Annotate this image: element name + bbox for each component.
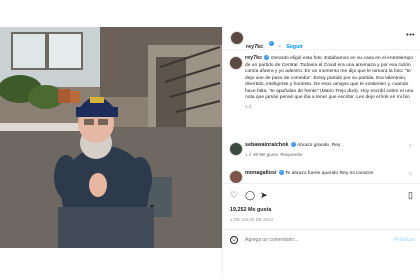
likes-count[interactable]: 19,252 Me gusta [230,207,271,213]
comment-username[interactable]: sebawainraichok [245,142,288,148]
follow-button[interactable]: Seguir [286,44,303,50]
reply-button[interactable]: Responder [280,152,302,157]
comment-like-heart-icon[interactable]: ♡ [409,144,413,150]
comment-likes[interactable]: 90 Me gusta [253,152,278,157]
comment-meta: 1 d 90 Me gusta Responder [245,152,395,159]
comment-time: 1 d [245,151,251,157]
more-horizontal-icon[interactable]: ••• [406,32,415,39]
post-photo[interactable] [0,27,222,248]
author-avatar[interactable] [230,31,244,45]
add-comment-bar: ☺ Publicar [223,229,420,252]
comment-username[interactable]: monagallosi [245,170,276,176]
comment-like-heart-icon[interactable]: ♡ [409,172,413,178]
comment-icon[interactable]: ◯ [245,191,255,200]
instagram-post: rey7kc ✓ • Seguir ••• rey7kc ✓ Gerardo e… [0,0,420,280]
caption-body: rey7kc ✓ Gerardo eligió esta foto. Estáb… [245,55,415,110]
header-user-row: rey7kc ✓ • Seguir [246,35,303,53]
post-side-panel: rey7kc ✓ • Seguir ••• rey7kc ✓ Gerardo e… [222,27,420,277]
comment-body: monagallosi ✓ Te abrazo fuerte querido R… [245,170,395,178]
comment-text: Abrazo grande, Rey [296,143,341,148]
heart-icon[interactable]: ♡ [230,191,238,200]
emoji-icon[interactable]: ☺ [230,236,238,244]
caption-avatar[interactable] [229,56,243,70]
commenter-avatar[interactable] [229,142,243,156]
verified-badge-icon: ✓ [268,41,274,47]
verified-badge-icon: ✓ [290,142,296,148]
caption-time: 1 d [245,103,251,109]
caption-username[interactable]: rey7kc [245,55,262,61]
verified-badge-icon: ✓ [264,55,270,61]
verified-badge-icon: ✓ [278,170,284,176]
author-username[interactable]: rey7kc [246,44,263,50]
post-header: rey7kc ✓ • Seguir ••• [223,27,420,50]
comment-input[interactable] [245,235,375,245]
commenter-avatar[interactable] [229,170,243,184]
photo-illustration [0,27,222,248]
comment-body: sebawainraichok ✓ Abrazo grande, Rey 1 d… [245,142,395,158]
separator-dot: • [279,44,281,50]
caption-text: Gerardo eligió esta foto. Estábamos en s… [245,56,414,100]
comment-text: Te abrazo fuerte querido Rey mi corazón [285,171,374,176]
bookmark-icon[interactable]: ▯ [408,191,413,200]
share-icon[interactable]: ➤ [260,191,268,200]
post-date: 1 DE JULIO DE 2022 [230,217,274,222]
publish-button[interactable]: Publicar [395,237,415,243]
